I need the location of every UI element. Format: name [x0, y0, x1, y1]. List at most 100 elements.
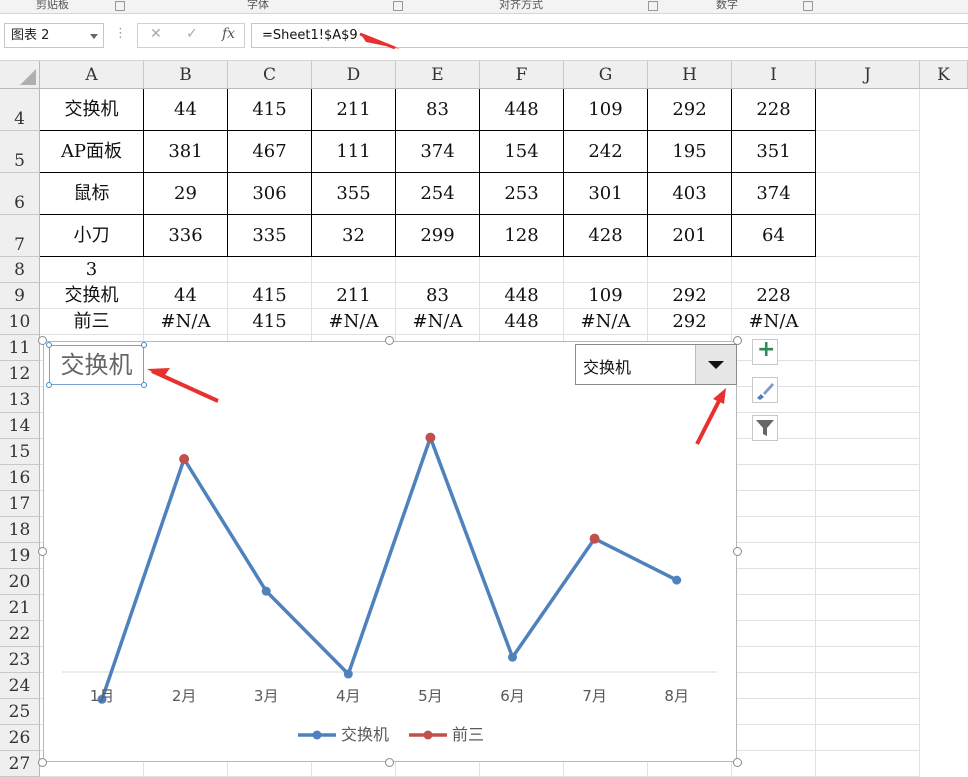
chart-filters-button[interactable] — [752, 415, 778, 441]
resize-handle[interactable] — [385, 758, 394, 767]
column-header-e[interactable]: E — [396, 61, 480, 89]
cell[interactable] — [816, 491, 920, 517]
cell[interactable]: 374 — [396, 131, 480, 173]
cell[interactable] — [816, 465, 920, 491]
row-header-19[interactable]: 19 — [0, 543, 40, 569]
drag-handle-icon[interactable]: ⋮ — [114, 26, 127, 41]
row-header-11[interactable]: 11 — [0, 335, 40, 361]
cell[interactable]: 242 — [564, 131, 648, 173]
resize-handle[interactable] — [733, 547, 742, 556]
cell[interactable]: 44 — [144, 89, 228, 131]
row-header-9[interactable]: 9 — [0, 283, 40, 309]
cell[interactable] — [816, 387, 920, 413]
cell[interactable] — [732, 465, 816, 491]
cell[interactable]: 128 — [480, 215, 564, 257]
name-box[interactable]: 图表 2 — [4, 23, 104, 48]
cell[interactable] — [816, 647, 920, 673]
row-header-18[interactable]: 18 — [0, 517, 40, 543]
cell[interactable] — [732, 673, 816, 699]
cell[interactable]: #N/A — [144, 309, 228, 335]
cell[interactable] — [312, 257, 396, 283]
cell[interactable] — [816, 439, 920, 465]
cell[interactable]: 351 — [732, 131, 816, 173]
data-point-交换机[interactable] — [508, 652, 517, 662]
title-handle[interactable] — [46, 382, 52, 388]
cell[interactable]: 428 — [564, 215, 648, 257]
legend-label[interactable]: 交换机 — [341, 725, 389, 744]
cell[interactable]: 292 — [648, 309, 732, 335]
cell[interactable]: 201 — [648, 215, 732, 257]
cell[interactable]: 44 — [144, 283, 228, 309]
data-point-前三[interactable] — [179, 454, 190, 465]
cell[interactable]: 211 — [312, 89, 396, 131]
data-point-前三[interactable] — [425, 432, 436, 443]
cell[interactable] — [816, 569, 920, 595]
cell[interactable]: 403 — [648, 173, 732, 215]
cell[interactable] — [816, 725, 920, 751]
cell[interactable]: 415 — [228, 89, 312, 131]
row-header-21[interactable]: 21 — [0, 595, 40, 621]
cell[interactable]: #N/A — [732, 309, 816, 335]
data-point-交换机[interactable] — [343, 669, 353, 679]
data-point-交换机[interactable] — [261, 586, 271, 596]
title-handle[interactable] — [141, 342, 147, 348]
data-point-前三[interactable] — [589, 533, 600, 544]
cell[interactable] — [732, 595, 816, 621]
cell[interactable] — [732, 751, 816, 777]
cell[interactable] — [816, 413, 920, 439]
cell[interactable]: 228 — [732, 283, 816, 309]
cell[interactable] — [816, 751, 920, 777]
cell[interactable]: 小刀 — [40, 215, 144, 257]
cell[interactable]: 415 — [228, 309, 312, 335]
cell[interactable]: 448 — [480, 283, 564, 309]
enter-icon[interactable]: ✓ — [186, 26, 198, 42]
resize-handle[interactable] — [733, 758, 742, 767]
cell[interactable]: 64 — [732, 215, 816, 257]
cell[interactable]: AP面板 — [40, 131, 144, 173]
cell[interactable]: 299 — [396, 215, 480, 257]
cell[interactable]: 83 — [396, 89, 480, 131]
column-header-a[interactable]: A — [40, 61, 144, 89]
cell[interactable]: 306 — [228, 173, 312, 215]
cell[interactable]: 鼠标 — [40, 173, 144, 215]
cell[interactable]: #N/A — [564, 309, 648, 335]
series-line-交换机[interactable] — [100, 435, 678, 700]
cell[interactable]: 交换机 — [40, 89, 144, 131]
legend-label[interactable]: 前三 — [452, 725, 484, 744]
cell[interactable]: 195 — [648, 131, 732, 173]
dialog-launcher-icon[interactable] — [115, 1, 125, 11]
cell[interactable]: 109 — [564, 283, 648, 309]
chart-title[interactable]: 交换机 — [49, 345, 144, 385]
cell[interactable]: 83 — [396, 283, 480, 309]
cell[interactable]: #N/A — [312, 309, 396, 335]
cell[interactable] — [564, 257, 648, 283]
cell[interactable]: 336 — [144, 215, 228, 257]
resize-handle[interactable] — [38, 547, 47, 556]
cell[interactable] — [816, 309, 920, 335]
cell[interactable]: 228 — [732, 89, 816, 131]
cell[interactable]: 29 — [144, 173, 228, 215]
cell[interactable] — [732, 257, 816, 283]
cell[interactable]: 109 — [564, 89, 648, 131]
row-header-27[interactable]: 27 — [0, 751, 40, 777]
row-header-23[interactable]: 23 — [0, 647, 40, 673]
cell[interactable]: 32 — [312, 215, 396, 257]
cell[interactable]: 前三 — [40, 309, 144, 335]
cell[interactable] — [732, 569, 816, 595]
row-header-10[interactable]: 10 — [0, 309, 40, 335]
cell[interactable]: 448 — [480, 89, 564, 131]
title-handle[interactable] — [46, 342, 52, 348]
cell[interactable]: 448 — [480, 309, 564, 335]
cell[interactable]: 253 — [480, 173, 564, 215]
cell[interactable]: 355 — [312, 173, 396, 215]
cell[interactable]: 381 — [144, 131, 228, 173]
cell[interactable]: 154 — [480, 131, 564, 173]
cell[interactable] — [228, 257, 312, 283]
select-all-button[interactable] — [0, 61, 40, 89]
column-header-f[interactable]: F — [480, 61, 564, 89]
title-handle[interactable] — [141, 382, 147, 388]
column-header-g[interactable]: G — [564, 61, 648, 89]
data-point-交换机[interactable] — [672, 575, 682, 585]
cell[interactable] — [732, 491, 816, 517]
cell[interactable] — [816, 621, 920, 647]
